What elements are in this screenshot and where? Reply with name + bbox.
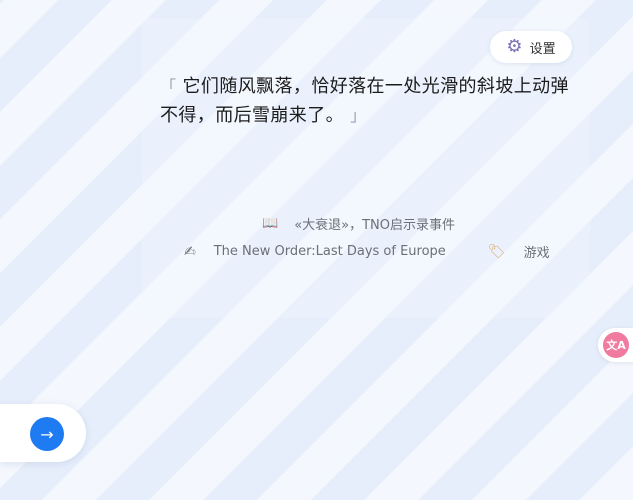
next-panel: → xyxy=(0,404,86,462)
writing-hand-icon: ✍ xyxy=(184,243,196,260)
gear-icon: ⚙ xyxy=(506,36,523,57)
meta-row: ✍ The New Order:Last Days of Europe 🏷 游戏 xyxy=(184,242,550,262)
settings-label: 设置 xyxy=(529,41,556,57)
translate-button[interactable]: 文A xyxy=(598,328,633,362)
quote-card xyxy=(142,18,590,318)
author-text: The New Order:Last Days of Europe xyxy=(213,244,446,259)
next-button[interactable]: → xyxy=(30,417,64,451)
source-text: «大衰退»，TNO启示录事件 xyxy=(294,218,455,233)
quote-open-mark: 「 xyxy=(160,77,177,96)
tag-icon: 🏷 xyxy=(487,243,506,260)
translate-icon: 文A xyxy=(603,332,629,358)
book-icon: 📖 xyxy=(262,216,279,231)
quote-text: 「 它们随风飘落，恰好落在一处光滑的斜坡上动弹不得，而后雪崩来了。 」 xyxy=(160,72,580,130)
tag-text: 游戏 xyxy=(523,246,550,261)
arrow-right-icon: → xyxy=(40,424,54,444)
quote-close-mark: 」 xyxy=(350,106,367,125)
settings-button[interactable]: ⚙ 设置 xyxy=(490,31,572,63)
source-row: 📖 «大衰退»，TNO启示录事件 xyxy=(262,214,455,233)
